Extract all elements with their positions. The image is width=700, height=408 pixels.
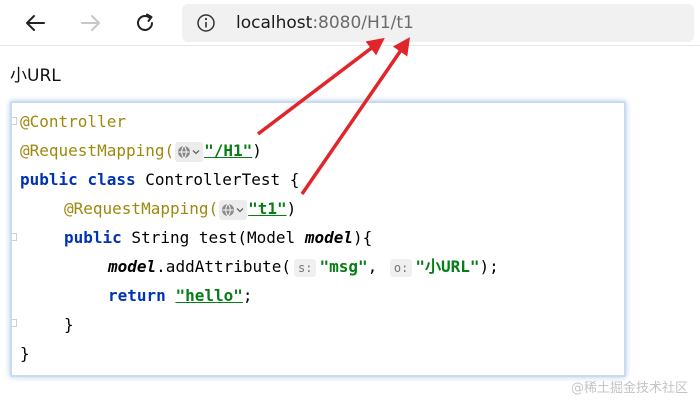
web-endpoint-icon[interactable] [219, 199, 248, 220]
request-mapping-annotation: @RequestMapping( [20, 141, 175, 160]
paren-close: ) [286, 199, 297, 218]
watermark: @稀土掘金技术社区 [570, 381, 688, 396]
view-name-string[interactable]: "hello" [175, 286, 242, 305]
controller-annotation: @Controller [20, 112, 126, 131]
code-line-8: } [64, 310, 74, 339]
fold-marker [12, 117, 17, 125]
param-hint-o: o: [389, 258, 413, 277]
code-line-2: @RequestMapping( "/H1") [20, 136, 262, 165]
fold-marker [12, 319, 17, 327]
return-keyword: return [108, 286, 166, 305]
comma: , [367, 257, 387, 276]
paren-close: ) [252, 141, 262, 160]
page-output-text: 小URL [10, 66, 61, 86]
url-path: :8080/H1/t1 [312, 13, 414, 33]
code-line-6: model.addAttribute(s: "msg", o: "小URL"); [108, 252, 499, 281]
code-line-5: public String test(Model model){ [64, 223, 372, 252]
address-bar[interactable]: localhost:8080/H1/t1 [182, 4, 694, 42]
forward-button[interactable] [76, 8, 106, 38]
add-attribute-call: .addAttribute( [156, 257, 292, 276]
model-param: model [304, 228, 353, 247]
class-keyword: class [87, 170, 136, 189]
attribute-value-string: "小URL" [415, 257, 480, 276]
url-host: localhost [236, 13, 313, 33]
code-line-9: } [20, 339, 30, 368]
code-line-3: public class ControllerTest { [20, 165, 299, 194]
code-line-1: @Controller [20, 107, 126, 136]
method-open: ){ [353, 228, 373, 247]
statement-end: ); [479, 257, 499, 276]
class-mapping-path[interactable]: "/H1" [204, 141, 252, 160]
fold-marker [12, 233, 17, 241]
back-arrow-icon [26, 15, 45, 31]
code-line-4: @RequestMapping( "t1") [64, 194, 296, 223]
method-mapping-path[interactable]: "t1" [248, 199, 287, 218]
method-close-brace: } [64, 315, 74, 334]
method-mapping-annotation: @RequestMapping( [64, 199, 219, 218]
public-keyword: public [20, 170, 78, 189]
statement-end: ; [242, 286, 253, 305]
public-keyword: public [64, 228, 122, 247]
url-text: localhost:8080/H1/t1 [236, 12, 414, 34]
param-hint-s: s: [294, 258, 317, 277]
refresh-icon [137, 13, 153, 31]
class-declaration: ControllerTest { [135, 170, 300, 189]
code-line-7: return "hello"; [108, 281, 253, 310]
refresh-button[interactable] [130, 8, 160, 38]
class-close-brace: } [20, 344, 30, 363]
method-signature: String test(Model [121, 228, 305, 247]
browser-toolbar: localhost:8080/H1/t1 [0, 0, 700, 46]
code-editor-snippet: @Controller @RequestMapping( "/H1") publi… [10, 101, 626, 377]
model-variable: model [108, 257, 157, 276]
forward-arrow-icon [81, 15, 100, 31]
back-button[interactable] [20, 8, 50, 38]
info-icon[interactable] [196, 13, 216, 33]
web-endpoint-icon[interactable] [175, 141, 204, 162]
attribute-name-string: "msg" [319, 257, 368, 276]
